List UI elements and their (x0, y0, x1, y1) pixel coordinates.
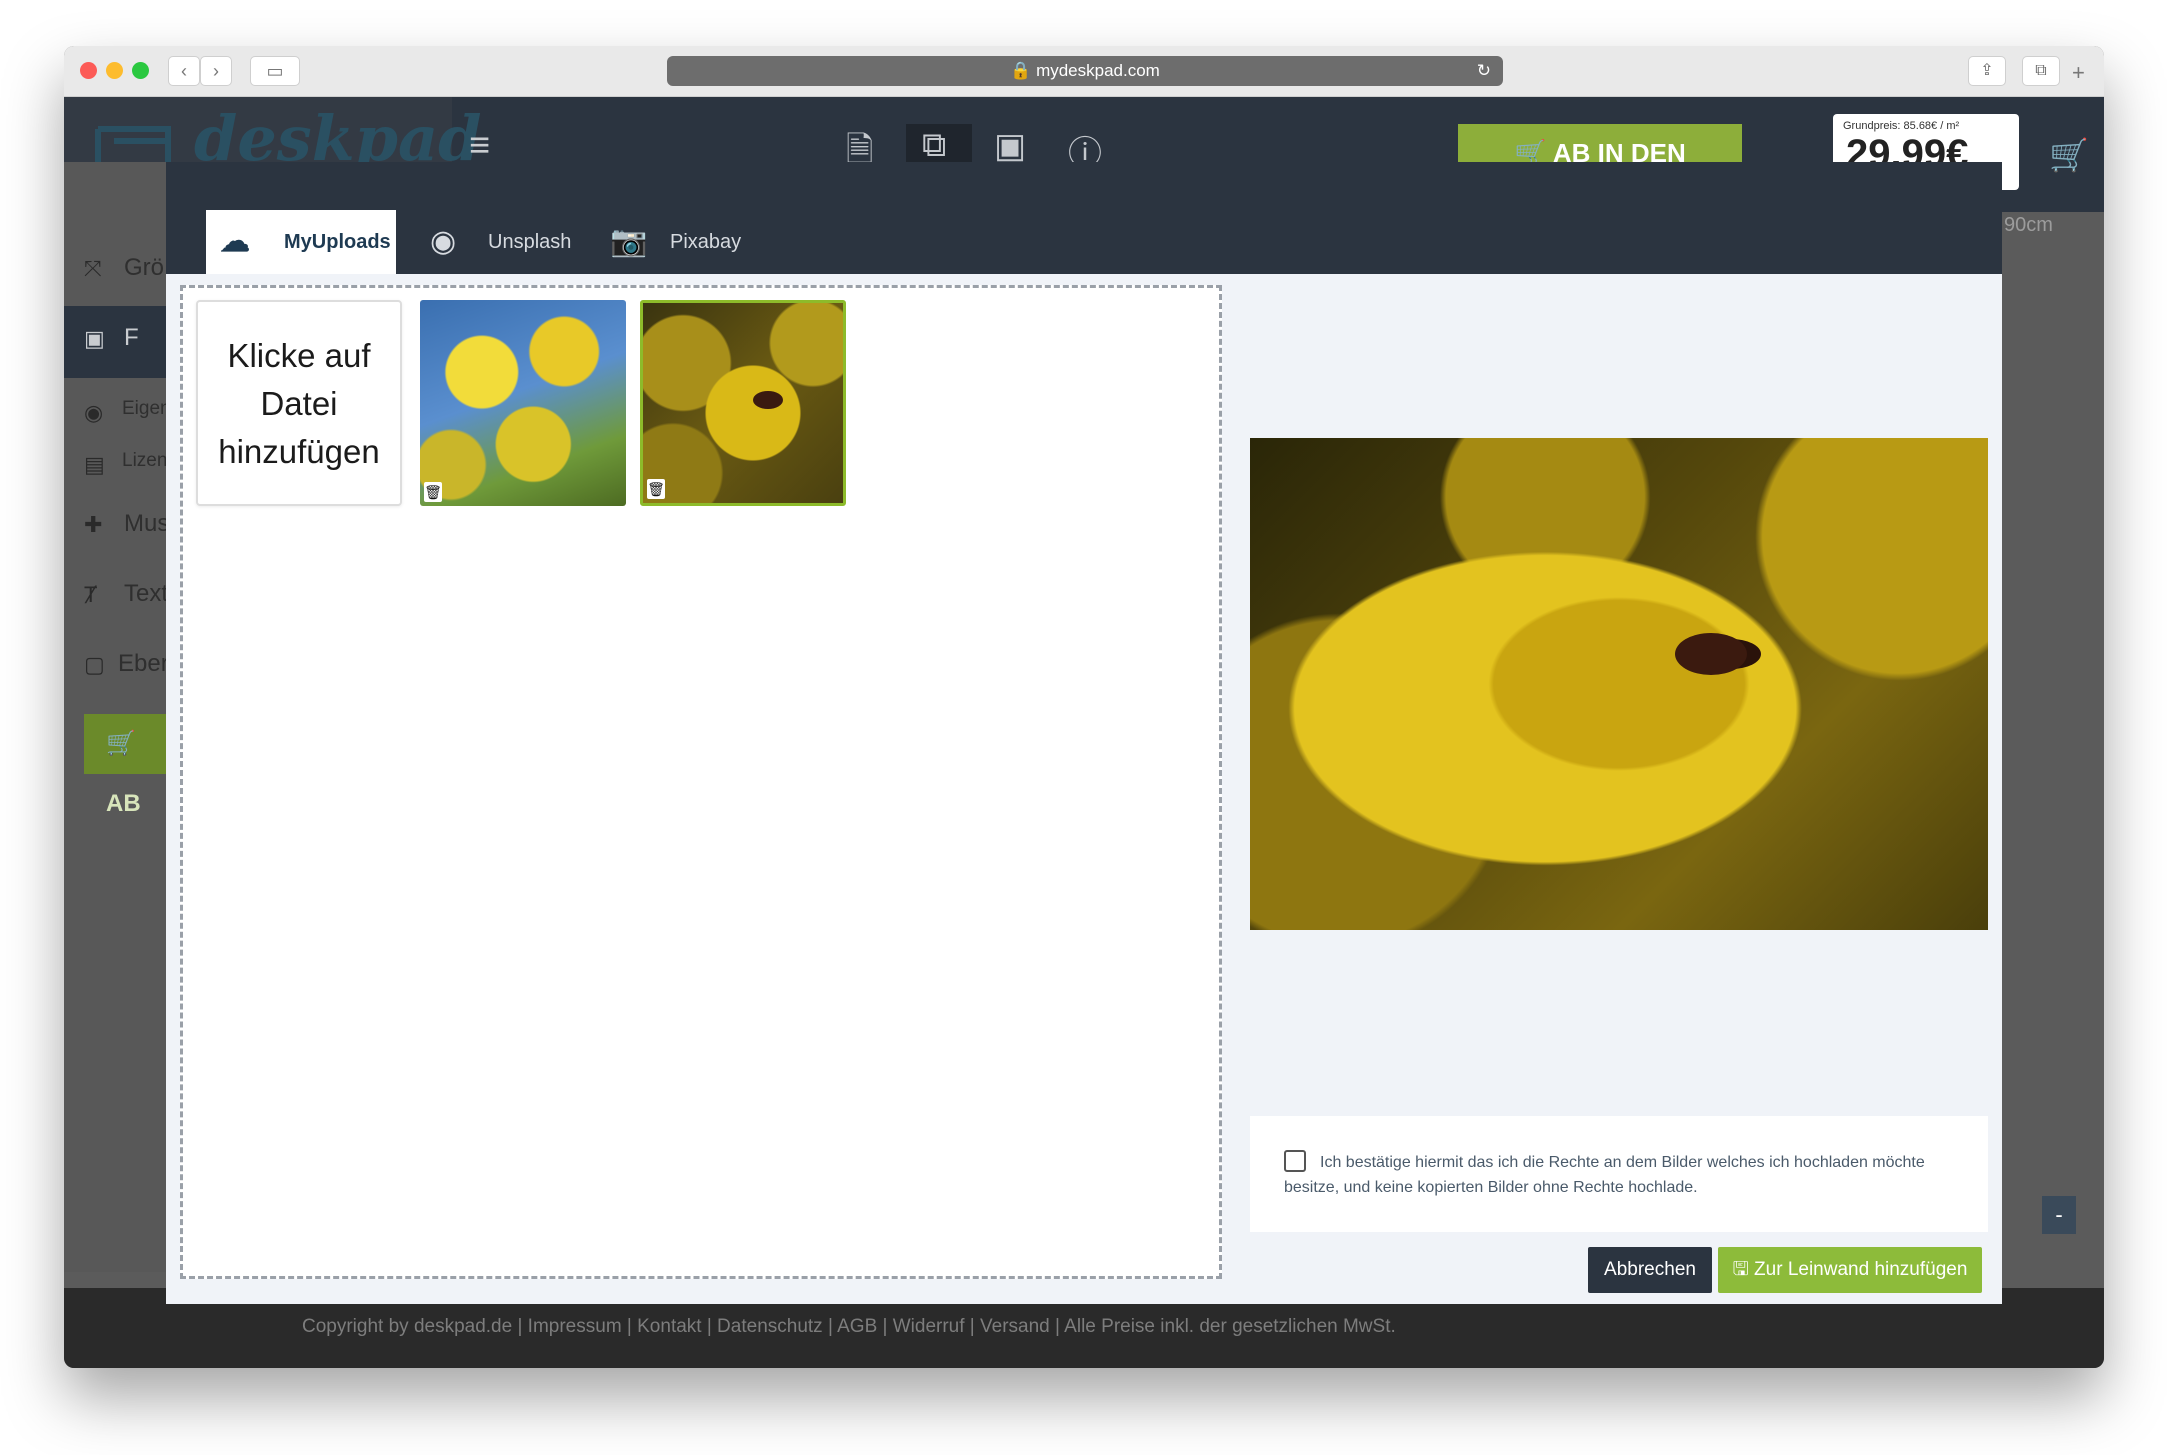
address-bar[interactable]: 🔒 mydeskpad.com ↻ (667, 56, 1503, 86)
tab-pixabay[interactable]: 📷 Pixabay (610, 210, 760, 274)
ruler-label: 90cm (2004, 214, 2053, 236)
add-to-canvas-label: Zur Leinwand hinzufügen (1754, 1259, 1968, 1280)
tabs-icon: ⧉ (2035, 62, 2047, 79)
trash-icon[interactable]: 🗑 (647, 479, 665, 499)
cloud-upload-icon: ☁ (220, 225, 250, 258)
sidebar-item-image[interactable]: ▣ F (64, 306, 168, 378)
layer-icon: ▢ (84, 652, 105, 677)
text-icon: Ⱦ (84, 582, 98, 607)
uploaded-image-thumbnail[interactable]: 🗑 (420, 300, 626, 506)
photo-camera-icon: 📷 (610, 225, 648, 258)
save-icon: 🖫 (1732, 1259, 1749, 1280)
sidebar-item-license[interactable]: ▤ Lizen (64, 432, 168, 498)
url-text: mydeskpad.com (1036, 61, 1160, 80)
add-to-canvas-button[interactable]: 🖫 Zur Leinwand hinzufügen (1718, 1247, 1982, 1293)
resize-icon: ⤧ (84, 256, 102, 281)
sidebar-toggle-button[interactable]: ▭ (250, 56, 300, 86)
minimize-window-button[interactable] (106, 62, 123, 79)
image-icon: ▣ (84, 326, 105, 351)
picture-icon[interactable]: ▣ (994, 126, 1026, 166)
sidebar-item-size[interactable]: ⤧ Grö (64, 236, 168, 302)
consent-text: Ich bestätige hiermit das ich die Rechte… (1284, 1154, 1925, 1196)
close-window-button[interactable] (80, 62, 97, 79)
share-button[interactable]: ⇪ (1968, 56, 2006, 86)
chevron-right-icon: › (213, 61, 219, 81)
tab-myuploads[interactable]: ☁ MyUploads (206, 210, 396, 274)
tabs-button[interactable]: ⧉ (2022, 56, 2060, 86)
zoom-out-button[interactable]: - (2042, 1196, 2076, 1234)
forward-button[interactable]: › (200, 56, 232, 86)
lock-icon: 🔒 (1010, 61, 1032, 80)
sidebar-item-patterns[interactable]: ✚ Mus (64, 492, 169, 558)
rights-consent-checkbox[interactable] (1284, 1150, 1306, 1172)
cart-small-icon: 🛒 (106, 730, 136, 757)
uploaded-image-thumbnail-selected[interactable]: 🗑 (640, 300, 846, 506)
puzzle-icon: ✚ (84, 512, 103, 537)
back-button[interactable]: ‹ (168, 56, 200, 86)
add-file-button[interactable]: Klicke auf Datei hinzufügen (196, 300, 402, 506)
tab-unsplash[interactable]: ◉ Unsplash (430, 210, 580, 274)
base-price: Grundpreis: 85.68€ / m² (1843, 120, 1960, 132)
reload-icon[interactable]: ↻ (1477, 56, 1491, 86)
sidebar-cart-button[interactable]: 🛒 AB (84, 714, 168, 817)
browser-titlebar: ‹ › ▭ 🔒 mydeskpad.com ↻ ⇪ ⧉ + (64, 46, 2104, 97)
bee-shape (753, 391, 783, 409)
share-icon: ⇪ (1980, 62, 1994, 79)
cart-icon[interactable]: 🛒 (2049, 136, 2089, 174)
cancel-button[interactable]: Abbrechen (1588, 1247, 1712, 1293)
bee-shape (1675, 633, 1747, 675)
camera-icon: ◉ (430, 225, 457, 258)
sidebar-item-text[interactable]: Ⱦ Text (64, 562, 168, 628)
footer-links[interactable]: Copyright by deskpad.de | Impressum | Ko… (302, 1316, 1396, 1338)
copy-icon[interactable]: ⧉ (922, 126, 946, 165)
chevron-left-icon: ‹ (181, 61, 187, 81)
trash-icon[interactable]: 🗑 (424, 482, 442, 502)
sidebar-icon: ▭ (266, 61, 284, 81)
zoom-window-button[interactable] (132, 62, 149, 79)
image-preview (1250, 438, 1988, 930)
hamburger-menu-icon[interactable]: ≡ (469, 124, 490, 166)
sidebar-item-layers[interactable]: ▢ Eber (64, 632, 169, 698)
camera-icon: ◉ (84, 400, 104, 425)
license-icon: ▤ (84, 452, 105, 477)
new-tab-button[interactable]: + (2072, 60, 2085, 86)
